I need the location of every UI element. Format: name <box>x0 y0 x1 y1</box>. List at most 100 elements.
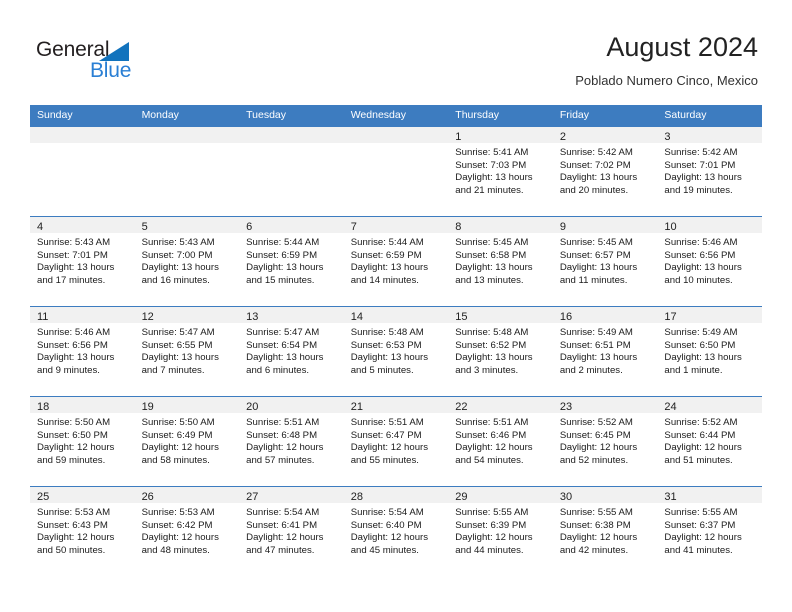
calendar-day-cell[interactable]: 11 Sunrise: 5:46 AM Sunset: 6:56 PM Dayligh… <box>30 306 135 396</box>
day-number: 1 <box>455 131 462 143</box>
day-number: 18 <box>37 401 50 413</box>
general-blue-logo[interactable]: General Blue <box>36 38 166 86</box>
day-detail-line: Sunset: 6:59 PM <box>246 249 318 261</box>
calendar-day-cell[interactable]: 25 Sunrise: 5:53 AM Sunset: 6:43 PM Dayligh… <box>30 486 135 576</box>
day-detail-line: and 51 minutes. <box>664 454 733 466</box>
day-detail-line: Sunrise: 5:46 AM <box>664 237 738 248</box>
day-detail-line: Daylight: 13 hours <box>559 172 638 184</box>
day-detail-line: Sunrise: 5:51 AM <box>350 417 424 428</box>
calendar-day-cell[interactable]: 19 Sunrise: 5:50 AM Sunset: 6:49 PM Dayligh… <box>134 396 240 486</box>
day-details: Sunrise: 5:53 AM Sunset: 6:42 PM Daylight:… <box>135 503 240 557</box>
calendar-day-cell[interactable]: 27 Sunrise: 5:54 AM Sunset: 6:41 PM Dayligh… <box>239 486 344 576</box>
calendar-day-cell[interactable]: 12 Sunrise: 5:47 AM Sunset: 6:55 PM Dayligh… <box>134 306 240 396</box>
day-detail-line: Sunrise: 5:43 AM <box>141 237 215 248</box>
day-number-band: 23 <box>552 397 658 413</box>
day-detail-line: Sunset: 7:01 PM <box>37 249 108 261</box>
day-detail-line: Daylight: 12 hours <box>37 442 115 454</box>
calendar-week-row: 18 Sunrise: 5:50 AM Sunset: 6:50 PM Dayligh… <box>30 396 762 486</box>
day-detail-line: and 19 minutes. <box>664 184 733 196</box>
day-detail-line: and 1 minute. <box>664 364 723 376</box>
day-detail-line: Sunrise: 5:42 AM <box>664 147 738 158</box>
calendar-day-cell[interactable]: 16 Sunrise: 5:49 AM Sunset: 6:51 PM Dayligh… <box>552 306 658 396</box>
day-number-band: 21 <box>343 397 449 413</box>
calendar-day-cell[interactable]: 28 Sunrise: 5:54 AM Sunset: 6:40 PM Dayligh… <box>343 486 449 576</box>
day-number: 17 <box>664 311 677 323</box>
day-number: 13 <box>246 311 259 323</box>
day-detail-line: Sunset: 6:39 PM <box>455 519 527 531</box>
logo-text-blue: Blue <box>90 59 132 82</box>
day-detail-line: Sunset: 6:54 PM <box>246 339 318 351</box>
calendar-day-cell[interactable]: 8 Sunrise: 5:45 AM Sunset: 6:58 PM Daylight… <box>448 216 553 306</box>
calendar-day-cell[interactable]: 6 Sunrise: 5:44 AM Sunset: 6:59 PM Daylight… <box>239 216 344 306</box>
day-number-band: 1 <box>448 127 553 143</box>
day-detail-line: Sunrise: 5:51 AM <box>246 417 320 428</box>
calendar-day-cell[interactable]: 18 Sunrise: 5:50 AM Sunset: 6:50 PM Dayligh… <box>30 396 135 486</box>
day-number-band: 3 <box>657 127 762 143</box>
day-detail-line: and 7 minutes. <box>141 364 205 376</box>
calendar-day-cell[interactable]: 17 Sunrise: 5:49 AM Sunset: 6:50 PM Dayligh… <box>657 306 762 396</box>
calendar-day-cell[interactable]: 9 Sunrise: 5:45 AM Sunset: 6:57 PM Daylight… <box>552 216 658 306</box>
day-detail-line: Daylight: 12 hours <box>246 442 324 454</box>
day-detail-line: Sunrise: 5:46 AM <box>37 327 111 338</box>
day-number-band <box>134 127 240 143</box>
calendar-day-cell[interactable]: 7 Sunrise: 5:44 AM Sunset: 6:59 PM Daylight… <box>343 216 449 306</box>
calendar-day-cell[interactable]: 26 Sunrise: 5:53 AM Sunset: 6:42 PM Dayligh… <box>134 486 240 576</box>
day-number-band: 20 <box>239 397 344 413</box>
day-detail-line: Daylight: 13 hours <box>141 352 219 364</box>
page-title: August 2024 <box>606 32 758 62</box>
calendar-day-cell[interactable]: 23 Sunrise: 5:52 AM Sunset: 6:45 PM Dayligh… <box>552 396 658 486</box>
day-detail-line: Sunrise: 5:55 AM <box>455 507 529 518</box>
day-details: Sunrise: 5:52 AM Sunset: 6:45 PM Daylight:… <box>553 413 658 467</box>
calendar-day-cell[interactable]: 31 Sunrise: 5:55 AM Sunset: 6:37 PM Dayligh… <box>657 486 762 576</box>
day-number: 28 <box>350 491 363 503</box>
calendar-day-cell[interactable]: 2 Sunrise: 5:42 AM Sunset: 7:02 PM Daylight… <box>552 126 658 216</box>
day-details <box>30 143 135 147</box>
calendar-day-cell[interactable]: 4 Sunrise: 5:43 AM Sunset: 7:01 PM Daylight… <box>30 216 135 306</box>
calendar-day-cell[interactable]: 10 Sunrise: 5:46 AM Sunset: 6:56 PM Dayligh… <box>657 216 762 306</box>
day-detail-line: Sunset: 7:02 PM <box>559 159 631 171</box>
calendar-cell-empty <box>30 126 135 216</box>
day-detail-line: Daylight: 13 hours <box>246 352 324 364</box>
day-detail-line: Daylight: 13 hours <box>350 352 429 364</box>
day-detail-line: Sunrise: 5:50 AM <box>37 417 111 428</box>
calendar-week-row: 11 Sunrise: 5:46 AM Sunset: 6:56 PM Dayligh… <box>30 306 762 396</box>
calendar-day-cell[interactable]: 20 Sunrise: 5:51 AM Sunset: 6:48 PM Dayligh… <box>239 396 344 486</box>
day-detail-line: Sunset: 6:56 PM <box>37 339 108 351</box>
calendar-day-cell[interactable]: 22 Sunrise: 5:51 AM Sunset: 6:46 PM Dayligh… <box>448 396 553 486</box>
day-detail-line: Sunrise: 5:45 AM <box>559 237 633 248</box>
calendar-day-cell[interactable]: 15 Sunrise: 5:48 AM Sunset: 6:52 PM Dayligh… <box>448 306 553 396</box>
calendar-day-cell[interactable]: 24 Sunrise: 5:52 AM Sunset: 6:44 PM Dayligh… <box>657 396 762 486</box>
day-number-band: 31 <box>657 487 762 503</box>
day-number: 20 <box>246 401 259 413</box>
location-subtitle: Poblado Numero Cinco, Mexico <box>575 73 758 88</box>
day-detail-line: Daylight: 13 hours <box>455 172 533 184</box>
day-detail-line: Sunset: 6:55 PM <box>141 339 213 351</box>
calendar-day-cell[interactable]: 5 Sunrise: 5:43 AM Sunset: 7:00 PM Daylight… <box>134 216 240 306</box>
calendar-day-cell[interactable]: 14 Sunrise: 5:48 AM Sunset: 6:53 PM Dayligh… <box>343 306 449 396</box>
calendar-day-cell[interactable]: 1 Sunrise: 5:41 AM Sunset: 7:03 PM Daylight… <box>448 126 553 216</box>
day-detail-line: Daylight: 13 hours <box>664 352 742 364</box>
day-number-band: 26 <box>134 487 240 503</box>
day-detail-line: Sunset: 6:40 PM <box>350 519 422 531</box>
day-number: 23 <box>559 401 573 413</box>
calendar-day-cell[interactable]: 30 Sunrise: 5:55 AM Sunset: 6:38 PM Dayligh… <box>552 486 658 576</box>
day-detail-line: Sunset: 6:44 PM <box>664 429 736 441</box>
day-detail-line: Daylight: 12 hours <box>664 442 742 454</box>
day-detail-line: and 42 minutes. <box>559 544 629 556</box>
day-detail-line: Daylight: 13 hours <box>455 352 533 364</box>
day-detail-line: and 59 minutes. <box>37 454 106 466</box>
weekday-header-sunday: Sunday <box>37 109 73 121</box>
calendar-day-cell[interactable]: 3 Sunrise: 5:42 AM Sunset: 7:01 PM Daylight… <box>657 126 762 216</box>
day-number: 7 <box>350 221 357 233</box>
calendar-day-cell[interactable]: 29 Sunrise: 5:55 AM Sunset: 6:39 PM Dayligh… <box>448 486 553 576</box>
day-detail-line: and 13 minutes. <box>455 274 524 286</box>
day-detail-line: Daylight: 13 hours <box>559 352 638 364</box>
weekday-header-saturday: Saturday <box>664 109 707 121</box>
day-detail-line: Sunset: 6:49 PM <box>141 429 213 441</box>
day-number-band: 7 <box>343 217 449 233</box>
calendar-day-cell[interactable]: 13 Sunrise: 5:47 AM Sunset: 6:54 PM Dayligh… <box>239 306 344 396</box>
calendar-day-cell[interactable]: 21 Sunrise: 5:51 AM Sunset: 6:47 PM Dayligh… <box>343 396 449 486</box>
day-detail-line: Sunset: 6:43 PM <box>37 519 108 531</box>
day-details: Sunrise: 5:49 AM Sunset: 6:50 PM Daylight:… <box>657 323 762 377</box>
day-number: 11 <box>37 311 49 323</box>
